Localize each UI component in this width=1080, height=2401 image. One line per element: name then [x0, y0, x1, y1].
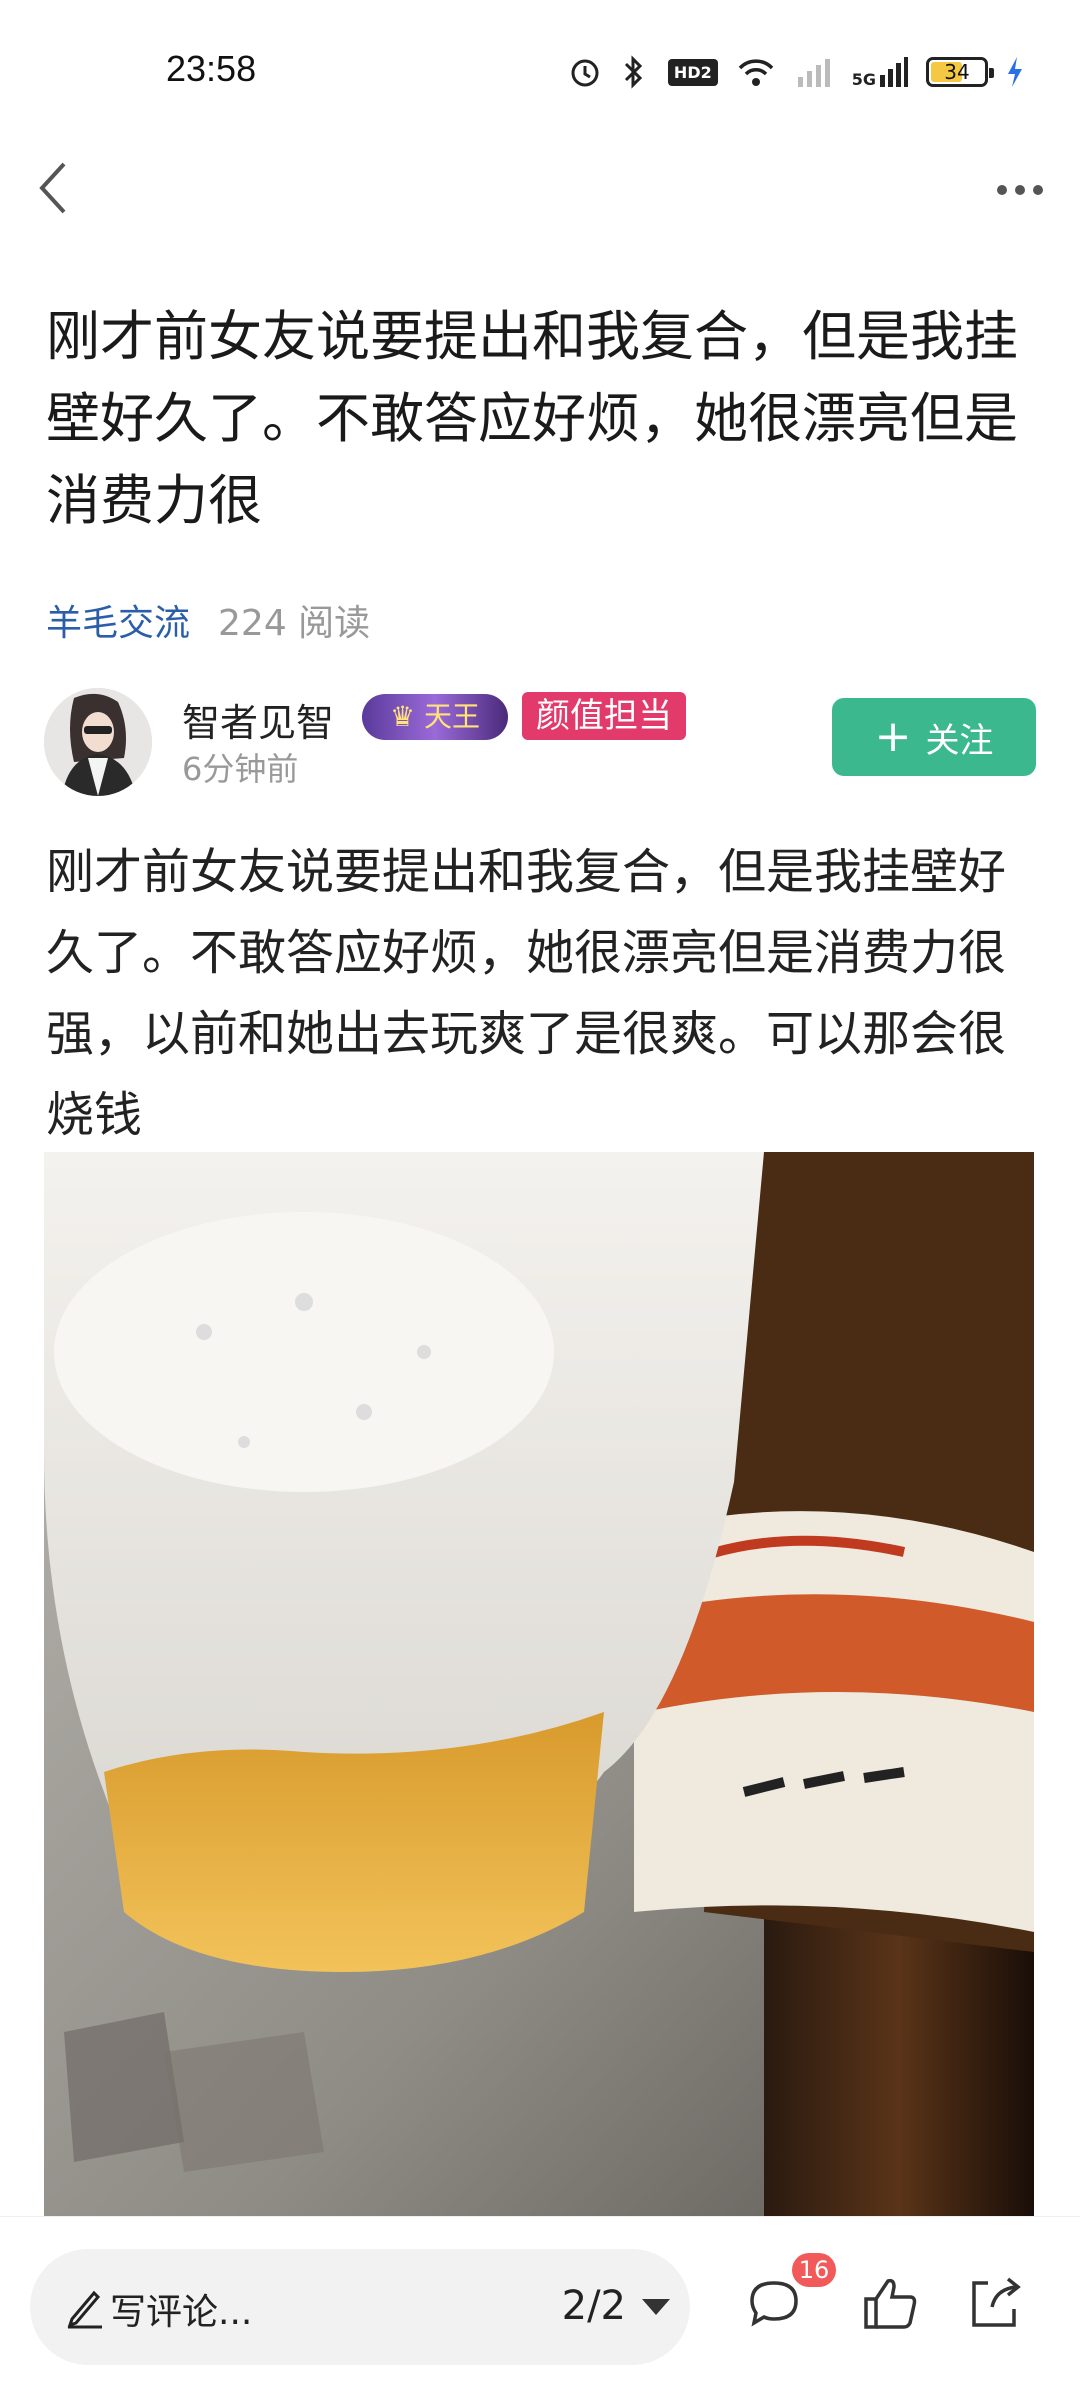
post-title: 刚才前女友说要提出和我复合，但是我挂壁好久了。不敢答应好烦，她很漂亮但是消费力很 [46, 305, 1018, 532]
post-time: 6分钟前 [182, 750, 299, 788]
chevron-down-icon[interactable] [642, 2299, 670, 2315]
post-body: 刚才前女友说要提出和我复合，但是我挂壁好久了。不敢答应好烦，她很漂亮但是消费力很… [46, 844, 1007, 1143]
avatar[interactable] [44, 688, 152, 796]
charging-icon [1008, 57, 1022, 87]
battery-level: 34 [944, 60, 970, 84]
comment-placeholder: 写评论... [110, 2292, 253, 2333]
comment-count-badge: 16 [792, 2253, 836, 2287]
plus-icon: + [874, 711, 912, 762]
signal-weak-icon [797, 59, 830, 87]
bottom-bar: 写评论... 2/2 16 [0, 2216, 1080, 2401]
battery-icon: 34 [926, 57, 994, 87]
read-count: 224 阅读 [218, 603, 371, 644]
like-icon[interactable] [858, 2271, 922, 2335]
status-time: 23:58 [166, 48, 257, 89]
author-name[interactable]: 智者见智 [182, 692, 334, 747]
hd-icon: HD2 [667, 58, 718, 86]
follow-button[interactable]: + 关注 [832, 698, 1036, 776]
status-icons: HD2 5G 34 [568, 52, 1024, 92]
bluetooth-icon [624, 55, 643, 89]
post-meta: 羊毛交流 224 阅读 [46, 594, 370, 646]
author-row: 智者见智 ♛ 天王 颜值担当 6分钟前 + 关注 [44, 688, 1044, 808]
status-bar: 23:58 HD2 5G 34 [0, 0, 1080, 140]
more-icon[interactable] [990, 170, 1050, 210]
wifi-icon [738, 59, 774, 86]
network-label: 5G [851, 70, 876, 89]
signal-icon [880, 57, 908, 87]
beer-photo [44, 1152, 1034, 2216]
level-badge: ♛ 天王 [362, 694, 508, 740]
page-indicator[interactable]: 2/2 [562, 2283, 626, 2329]
share-icon[interactable] [962, 2271, 1026, 2335]
comment-input[interactable]: 写评论... 2/2 [30, 2249, 690, 2365]
back-icon[interactable] [26, 158, 86, 218]
alarm-icon [571, 59, 599, 87]
forum-link[interactable]: 羊毛交流 [46, 594, 190, 646]
tag-badge: 颜值担当 [522, 692, 686, 740]
pen-icon [67, 2290, 102, 2329]
post-image[interactable] [44, 1152, 1034, 2216]
nav-bar [0, 140, 1080, 240]
